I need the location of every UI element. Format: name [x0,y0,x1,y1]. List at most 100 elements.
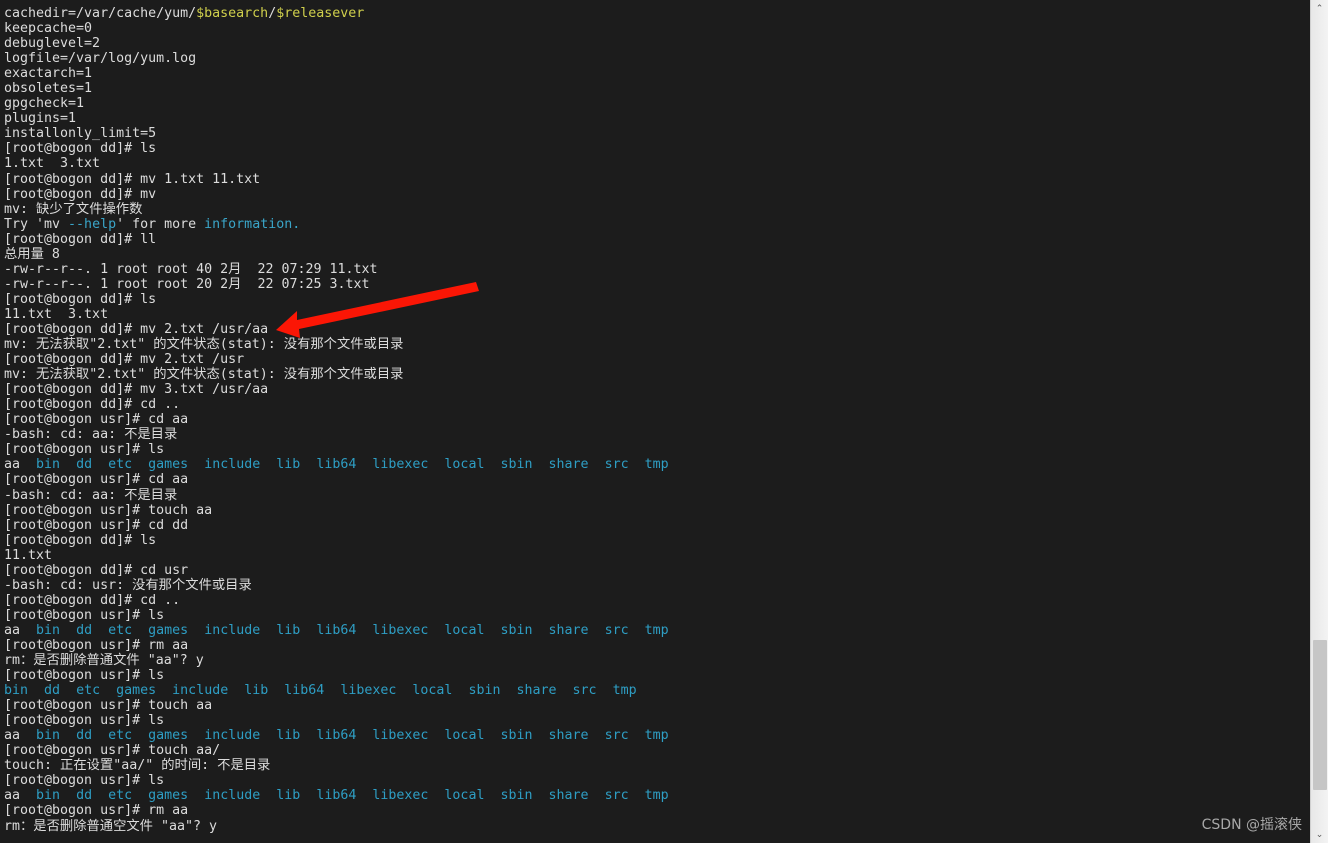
terminal-text-segment: tmp [612,683,637,699]
terminal-line: rm：是否删除普通空文件 "aa"? y [4,819,1310,834]
terminal-text-segment: libexec [372,457,429,473]
terminal-text-segment: bin [36,622,61,638]
scroll-down-arrow-icon[interactable]: ⌄ [1311,826,1328,843]
vertical-scrollbar[interactable]: ⌃ ⌄ [1310,0,1328,843]
terminal-line: [root@bogon dd]# cd .. [4,593,1310,608]
terminal-text-segment: keepcache=0 [4,21,93,37]
terminal-line: aa bin dd etc games include lib lib64 li… [4,623,1310,638]
terminal-text-segment: installonly_limit=5 [4,126,157,142]
terminal-text-segment: aa [4,788,21,804]
terminal-text-segment: lib64 [316,622,357,638]
terminal-line: debuglevel=2 [4,36,1310,51]
terminal-text-segment: tmp [644,457,669,473]
terminal-text-segment: sbin [468,683,501,699]
terminal-text-segment: dd [76,788,93,804]
terminal-text-segment: local [412,683,453,699]
scrollbar-thumb[interactable] [1313,640,1327,790]
terminal-line: [root@bogon dd]# ll [4,232,1310,247]
terminal-output-area[interactable]: cachedir=/var/cache/yum/$basearch/$relea… [0,0,1310,843]
terminal-line: [root@bogon dd]# ls [4,533,1310,548]
terminal-text-segment: sbin [500,728,533,744]
terminal-text-segment: dd [76,728,93,744]
terminal-line: touch: 正在设置"aa/" 的时间: 不是目录 [4,758,1310,773]
terminal-text-segment: lib [276,788,301,804]
terminal-text-segment: etc [108,622,133,638]
terminal-text-segment: [root@bogon dd]# cd .. [4,397,181,413]
terminal-line: rm：是否删除普通文件 "aa"? y [4,653,1310,668]
terminal-text-segment: lib [276,622,301,638]
terminal-text-segment: etc [108,728,133,744]
terminal-line: [root@bogon usr]# ls [4,773,1310,788]
terminal-text-segment: mv: 缺少了文件操作数 [4,201,143,217]
terminal-text-segment: src [604,788,629,804]
terminal-line: [root@bogon dd]# mv 2.txt /usr [4,352,1310,367]
terminal-line: -bash: cd: usr: 没有那个文件或目录 [4,578,1310,593]
terminal-line: [root@bogon dd]# mv [4,187,1310,202]
terminal-text-segment: [root@bogon dd]# mv 3.txt /usr/aa [4,382,269,398]
terminal-text-segment: include [204,788,261,804]
terminal-text-segment: logfile=/var/log/yum.log [4,51,197,67]
terminal-line: [root@bogon dd]# mv 2.txt /usr/aa [4,322,1310,337]
terminal-text-segment: sbin [500,622,533,638]
terminal-text-segment: [root@bogon usr]# cd dd [4,517,189,533]
terminal-line: -rw-r--r--. 1 root root 40 2月 22 07:29 1… [4,262,1310,277]
terminal-text-segment: [root@bogon dd]# cd usr [4,562,189,578]
terminal-line: Try 'mv --help' for more information. [4,217,1310,232]
terminal-text-segment: etc [76,683,101,699]
terminal-line: -bash: cd: aa: 不是目录 [4,427,1310,442]
terminal-text-segment: Try 'mv [4,216,69,232]
scroll-up-arrow-icon[interactable]: ⌃ [1311,0,1328,17]
terminal-text-segment: etc [108,788,133,804]
terminal-line: [root@bogon usr]# cd aa [4,412,1310,427]
terminal-text-segment: [root@bogon dd]# cd .. [4,592,181,608]
terminal-text-segment: plugins=1 [4,111,77,127]
terminal-text-segment: src [604,728,629,744]
terminal-line: [root@bogon usr]# rm aa [4,638,1310,653]
terminal-text-segment: -bash: cd: aa: 不是目录 [4,427,178,443]
terminal-text-segment: libexec [372,622,429,638]
terminal-line: [root@bogon dd]# mv 3.txt /usr/aa [4,382,1310,397]
terminal-text-segment: 11.txt 3.txt [4,306,109,322]
terminal-line: 总用量 8 [4,247,1310,262]
terminal-line: [root@bogon dd]# cd usr [4,563,1310,578]
terminal-text-segment: tmp [644,728,669,744]
terminal-text-segment: [root@bogon dd]# ll [4,231,157,247]
terminal-line: [root@bogon usr]# cd dd [4,518,1310,533]
terminal-line: [root@bogon dd]# ls [4,292,1310,307]
terminal-text-segment: [root@bogon usr]# touch aa [4,502,213,518]
terminal-text-segment: [root@bogon dd]# mv 1.txt 11.txt [4,171,261,187]
terminal-line: [root@bogon usr]# cd aa [4,472,1310,487]
terminal-line: mv: 无法获取"2.txt" 的文件状态(stat): 没有那个文件或目录 [4,367,1310,382]
terminal-text-segment: local [444,457,485,473]
terminal-text-segment: exactarch=1 [4,66,93,82]
terminal-text-segment: obsoletes=1 [4,81,93,97]
terminal-text-segment: mv: 无法获取"2.txt" 的文件状态(stat): 没有那个文件或目录 [4,367,404,383]
terminal-text-segment: bin [36,457,61,473]
terminal-line: [root@bogon usr]# ls [4,442,1310,457]
